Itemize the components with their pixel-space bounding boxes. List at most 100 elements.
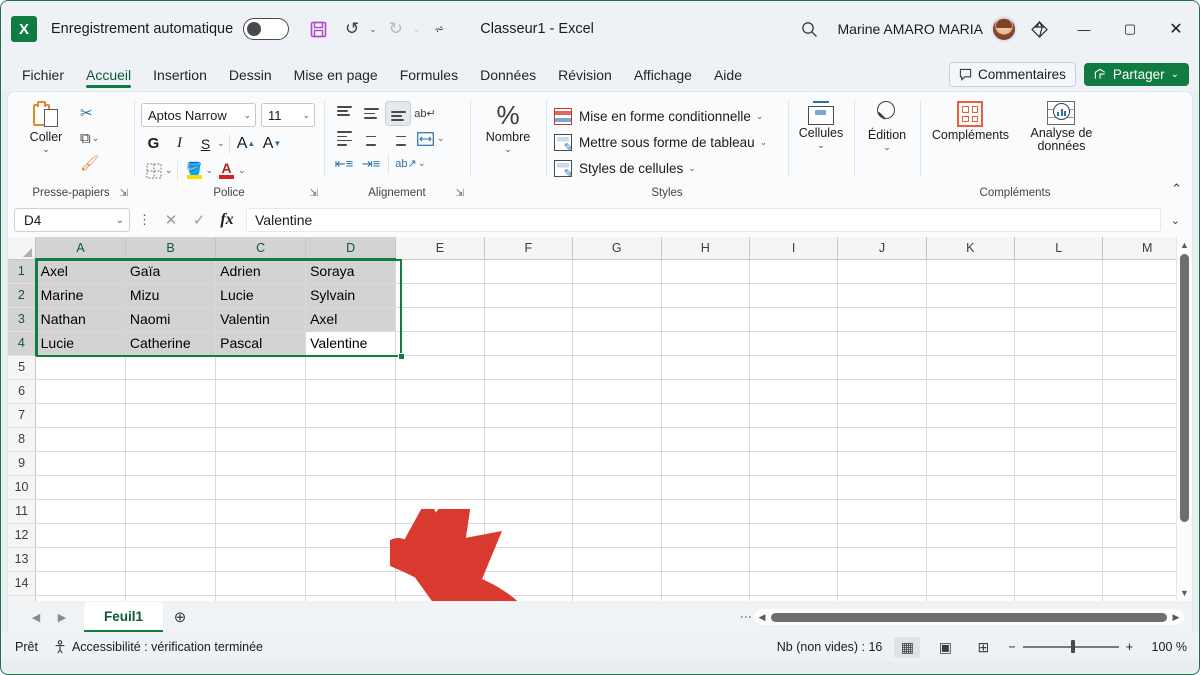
tab-revision[interactable]: Révision <box>547 63 623 86</box>
cell-H8[interactable] <box>661 427 749 451</box>
tab-formules[interactable]: Formules <box>389 63 469 86</box>
cell-styles-button[interactable]: Styles de cellules ⌄ <box>554 155 696 181</box>
cell-F1[interactable] <box>484 259 572 283</box>
more-options-icon[interactable]: ⋮ <box>134 212 155 228</box>
cell-J8[interactable] <box>838 427 926 451</box>
cell-D1[interactable]: Soraya <box>306 259 396 283</box>
cell-G15[interactable] <box>573 595 661 601</box>
select-all-corner[interactable] <box>8 237 36 259</box>
cell-L10[interactable] <box>1015 475 1103 499</box>
cell-A4[interactable]: Lucie <box>36 331 126 355</box>
cell-K3[interactable] <box>926 307 1014 331</box>
increase-indent-button[interactable]: ⇥≡ <box>358 151 384 176</box>
insert-function-icon[interactable]: fx <box>215 208 239 232</box>
cell-C5[interactable] <box>216 355 306 379</box>
cell-I8[interactable] <box>749 427 837 451</box>
cell-E3[interactable] <box>396 307 484 331</box>
bold-button[interactable]: G <box>141 131 166 156</box>
count-label[interactable]: Nb (non vides) : 16 <box>777 640 883 654</box>
cell-I14[interactable] <box>749 571 837 595</box>
align-left-button[interactable] <box>331 126 357 151</box>
row-header-10[interactable]: 10 <box>8 475 36 499</box>
user-name[interactable]: Marine AMARO MARIA <box>838 21 983 37</box>
undo-icon[interactable]: ↺ <box>337 14 367 44</box>
cell-D6[interactable] <box>306 379 396 403</box>
cell-F2[interactable] <box>484 283 572 307</box>
cell-B8[interactable] <box>125 427 215 451</box>
cell-H14[interactable] <box>661 571 749 595</box>
fill-color-button[interactable]: 🪣 <box>182 158 207 183</box>
cell-J2[interactable] <box>838 283 926 307</box>
column-header-L[interactable]: L <box>1015 237 1103 259</box>
cell-B3[interactable]: Naomi <box>125 307 215 331</box>
paste-caret-icon[interactable]: ⌄ <box>42 144 50 154</box>
cell-F6[interactable] <box>484 379 572 403</box>
cell-F10[interactable] <box>484 475 572 499</box>
column-header-I[interactable]: I <box>749 237 837 259</box>
column-header-E[interactable]: E <box>396 237 484 259</box>
editing-caret-icon[interactable]: ⌄ <box>883 142 891 152</box>
cell-J13[interactable] <box>838 547 926 571</box>
cell-L9[interactable] <box>1015 451 1103 475</box>
wrap-text-button[interactable]: ab↗ <box>393 151 419 176</box>
cell-D3[interactable]: Axel <box>306 307 396 331</box>
tab-dessin[interactable]: Dessin <box>218 63 283 86</box>
cell-D8[interactable] <box>306 427 396 451</box>
sheet-next-icon[interactable]: ▶ <box>50 605 74 629</box>
wrap-text-caret-icon[interactable]: ⌄ <box>418 158 426 169</box>
tab-fichier[interactable]: Fichier <box>11 63 75 86</box>
cell-H4[interactable] <box>661 331 749 355</box>
cell-E10[interactable] <box>396 475 484 499</box>
cell-H12[interactable] <box>661 523 749 547</box>
formula-input[interactable]: Valentine <box>246 208 1161 232</box>
underline-button[interactable]: S <box>193 131 218 156</box>
cell-A7[interactable] <box>36 403 126 427</box>
page-break-preview-button[interactable]: ⊞ <box>970 637 996 658</box>
cell-F4[interactable] <box>484 331 572 355</box>
cell-I7[interactable] <box>749 403 837 427</box>
cell-J12[interactable] <box>838 523 926 547</box>
cell-K2[interactable] <box>926 283 1014 307</box>
cell-C1[interactable]: Adrien <box>216 259 306 283</box>
cell-G11[interactable] <box>573 499 661 523</box>
row-header-14[interactable]: 14 <box>8 571 36 595</box>
cell-J7[interactable] <box>838 403 926 427</box>
row-header-1[interactable]: 1 <box>8 259 36 283</box>
cell-B9[interactable] <box>125 451 215 475</box>
cell-E15[interactable] <box>396 595 484 601</box>
cell-L5[interactable] <box>1015 355 1103 379</box>
cell-F15[interactable] <box>484 595 572 601</box>
row-header-12[interactable]: 12 <box>8 523 36 547</box>
cell-D13[interactable] <box>306 547 396 571</box>
selection-fill-handle[interactable] <box>398 353 405 360</box>
cell-C3[interactable]: Valentin <box>216 307 306 331</box>
row-header-9[interactable]: 9 <box>8 451 36 475</box>
cell-B11[interactable] <box>125 499 215 523</box>
cell-L11[interactable] <box>1015 499 1103 523</box>
cell-H3[interactable] <box>661 307 749 331</box>
zoom-in-button[interactable]: + <box>1126 640 1133 654</box>
row-header-5[interactable]: 5 <box>8 355 36 379</box>
column-header-A[interactable]: A <box>36 237 126 259</box>
spreadsheet-grid[interactable]: A B C D E F G H I J K L M 1 <box>7 237 1193 601</box>
cell-I13[interactable] <box>749 547 837 571</box>
font-size-combo[interactable]: 11 ⌄ <box>261 103 315 127</box>
cell-B1[interactable]: Gaïa <box>125 259 215 283</box>
column-header-C[interactable]: C <box>216 237 306 259</box>
cell-J6[interactable] <box>838 379 926 403</box>
cell-B7[interactable] <box>125 403 215 427</box>
editing-button[interactable]: Édition ⌄ <box>861 97 913 152</box>
borders-caret-icon[interactable]: ⌄ <box>165 165 173 176</box>
cell-G13[interactable] <box>573 547 661 571</box>
cell-A15[interactable] <box>36 595 126 601</box>
cell-F11[interactable] <box>484 499 572 523</box>
cell-D4[interactable]: Valentine <box>306 331 396 355</box>
cell-K5[interactable] <box>926 355 1014 379</box>
italic-button[interactable]: I <box>167 131 192 156</box>
cell-D5[interactable] <box>306 355 396 379</box>
hscroll-right-icon[interactable]: ▶ <box>1169 612 1183 623</box>
tab-affichage[interactable]: Affichage <box>623 63 703 86</box>
avatar[interactable] <box>991 16 1017 42</box>
data-analysis-button[interactable]: Analyse de données <box>1020 97 1103 153</box>
copy-caret-icon[interactable]: ⌄ <box>92 133 100 144</box>
